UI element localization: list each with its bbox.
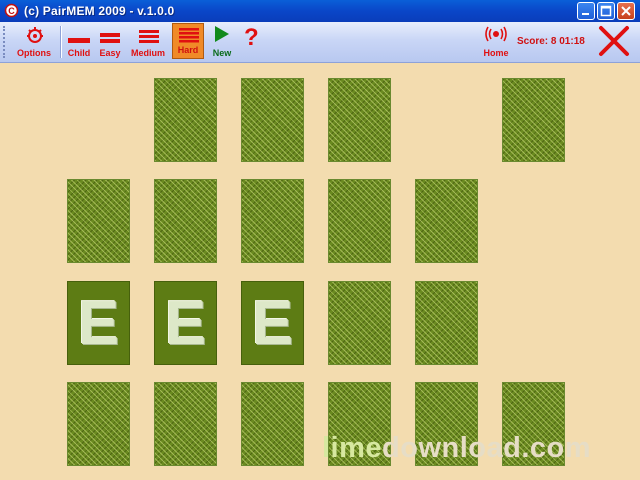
card-face-down[interactable] [415, 179, 478, 263]
card-face-up[interactable]: E [154, 281, 217, 365]
card-face-down[interactable] [415, 281, 478, 365]
options-button[interactable]: Options [12, 22, 56, 62]
help-button[interactable]: ? [240, 22, 266, 62]
level-hard-button[interactable]: Hard [172, 23, 204, 59]
exit-x-icon [599, 26, 629, 56]
game-board: EEE [0, 63, 640, 480]
card-letter: E [77, 288, 120, 358]
card-face-down[interactable] [154, 179, 217, 263]
card-letter: E [164, 288, 207, 358]
easy-label: Easy [99, 48, 121, 58]
close-icon [621, 6, 631, 16]
close-window-button[interactable] [617, 2, 635, 20]
options-label: Options [17, 48, 51, 58]
card-face-up[interactable]: E [241, 281, 304, 365]
card-face-down[interactable] [502, 78, 565, 162]
svg-text:C: C [8, 6, 15, 16]
minimize-button[interactable] [577, 2, 595, 20]
home-label: Home [483, 48, 509, 58]
card-face-down[interactable] [67, 179, 130, 263]
level-easy-button[interactable]: Easy [96, 22, 124, 62]
exit-button[interactable] [594, 22, 634, 62]
new-label: New [212, 48, 232, 58]
level-medium-icon [139, 30, 159, 43]
maximize-button[interactable] [597, 2, 615, 20]
toolbar: Options Child Easy Medium Hard New ? Hom… [0, 22, 640, 63]
window-title: (c) PairMEM 2009 - v.1.0.0 [24, 4, 175, 18]
watermark: limedownload.com [322, 432, 591, 465]
card-face-down[interactable] [241, 179, 304, 263]
level-child-icon [68, 38, 90, 43]
toolbar-separator [60, 26, 62, 58]
child-label: Child [67, 48, 91, 58]
toolbar-grip[interactable] [3, 26, 7, 58]
play-icon [215, 26, 229, 42]
card-face-down[interactable] [241, 382, 304, 466]
card-face-down[interactable] [67, 382, 130, 466]
level-hard-icon [179, 28, 199, 43]
settings-icon [27, 27, 43, 43]
level-child-button[interactable]: Child [64, 22, 94, 62]
card-face-up[interactable]: E [67, 281, 130, 365]
hard-label: Hard [177, 45, 199, 55]
maximize-icon [600, 5, 612, 17]
new-game-button[interactable]: New [208, 22, 236, 62]
medium-label: Medium [130, 48, 165, 58]
level-easy-icon [100, 33, 120, 43]
level-medium-button[interactable]: Medium [126, 22, 170, 62]
watermark-part1: lime [322, 432, 383, 464]
card-letter: E [251, 288, 294, 358]
card-face-down[interactable] [154, 382, 217, 466]
score-timer: Score: 8 01:18 [517, 36, 585, 47]
watermark-part2: download.com [382, 432, 592, 464]
card-face-down[interactable] [328, 179, 391, 263]
card-face-down[interactable] [241, 78, 304, 162]
card-face-down[interactable] [328, 281, 391, 365]
title-bar: C (c) PairMEM 2009 - v.1.0.0 [0, 0, 640, 22]
home-button[interactable]: Home [480, 22, 512, 62]
app-icon: C [4, 3, 19, 18]
minimize-icon [582, 13, 589, 15]
card-face-down[interactable] [154, 78, 217, 162]
broadcast-icon [485, 26, 507, 42]
help-icon: ? [244, 24, 259, 51]
card-face-down[interactable] [328, 78, 391, 162]
